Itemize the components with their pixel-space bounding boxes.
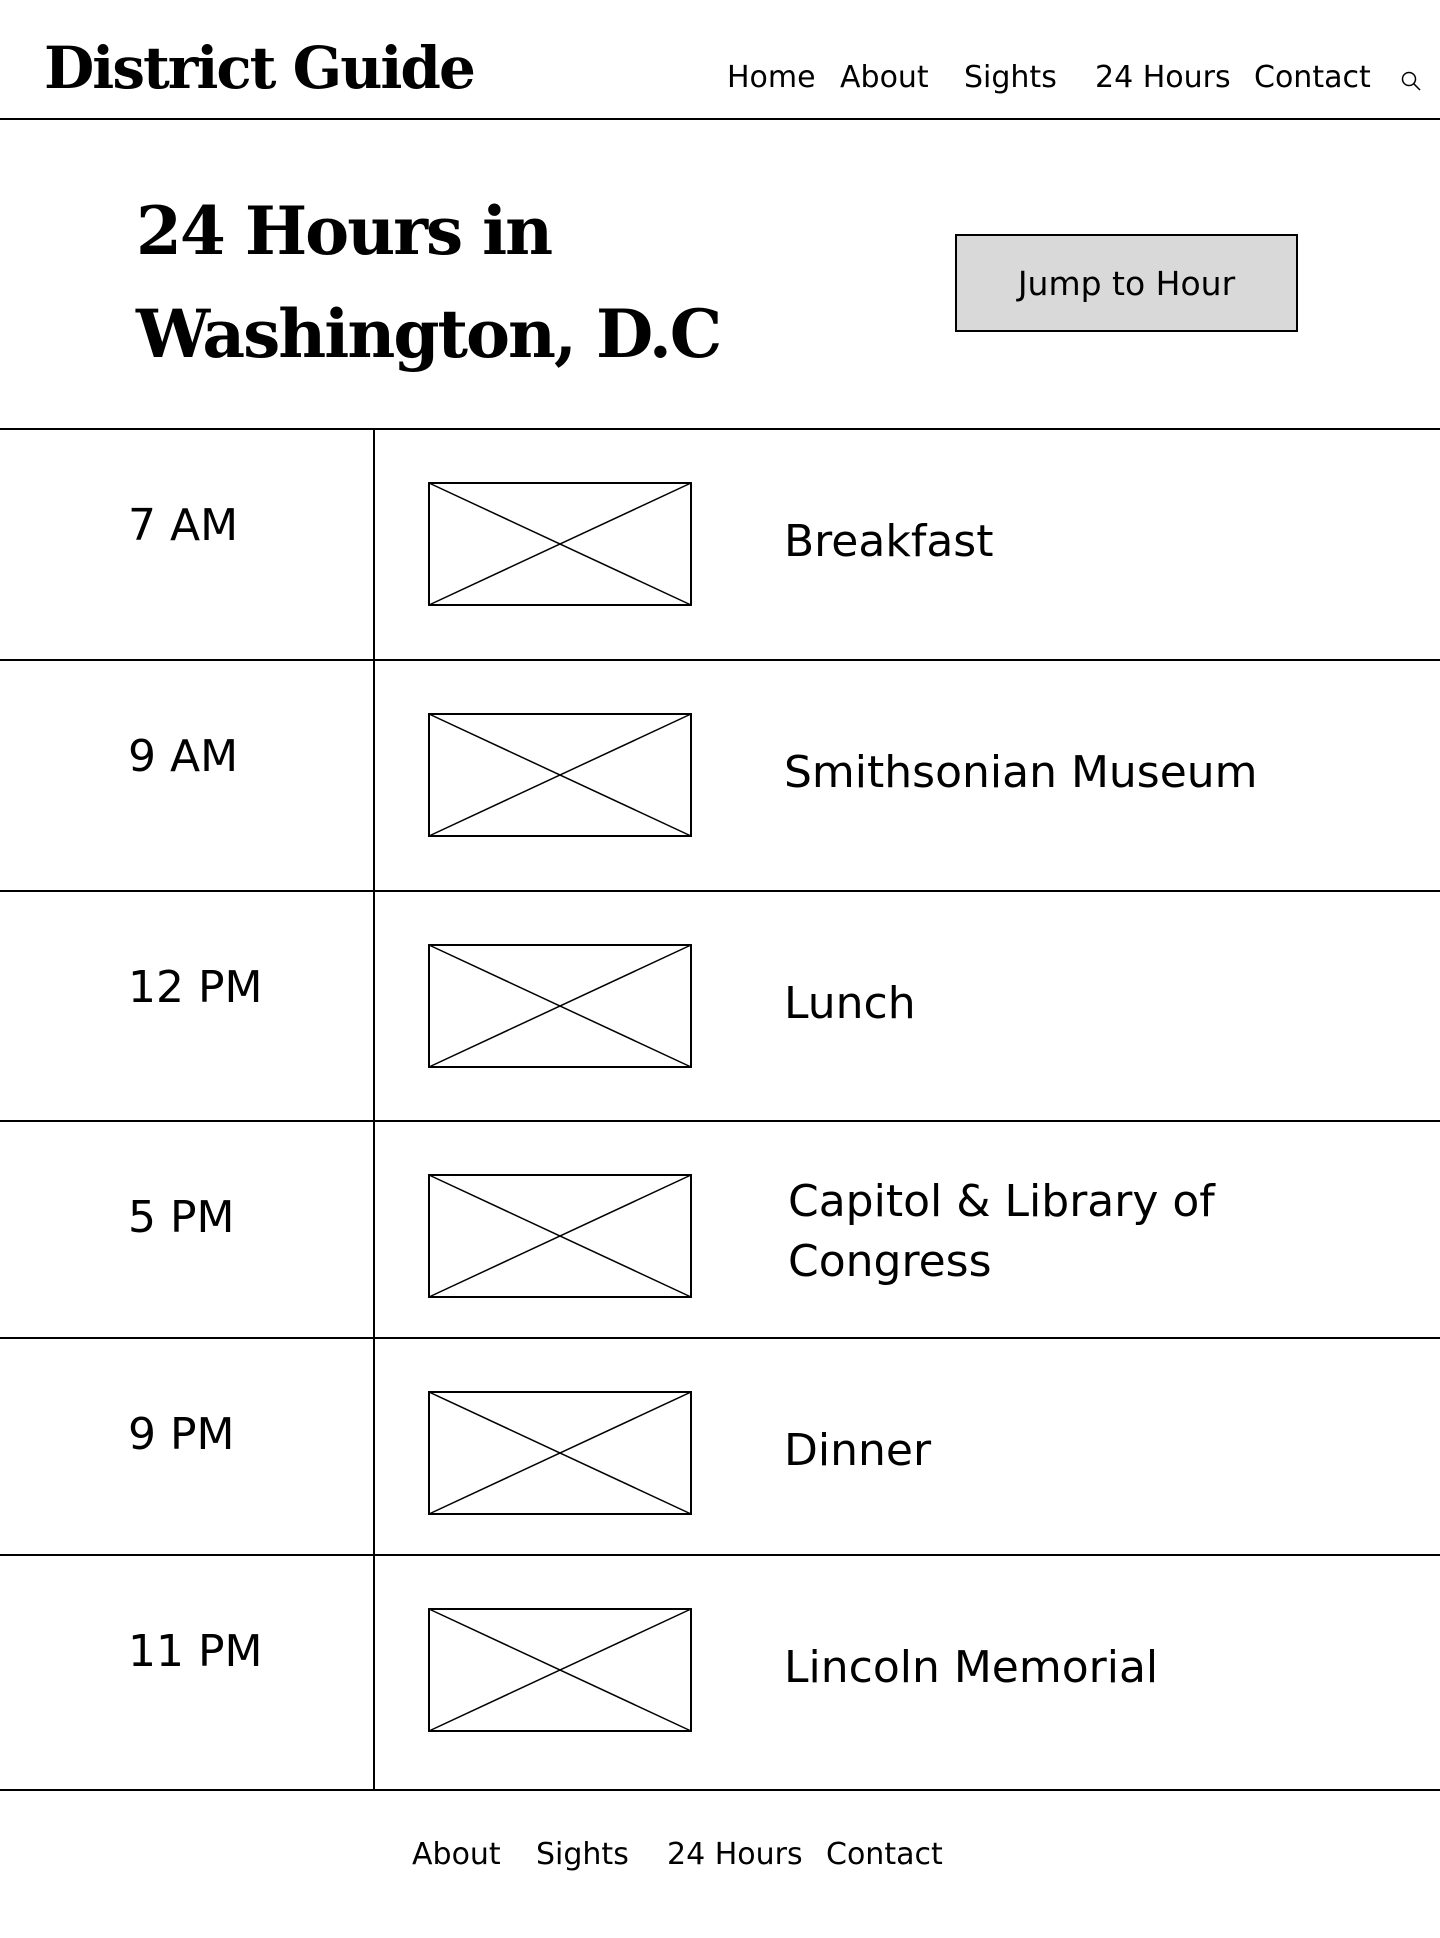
nav-sights[interactable]: Sights [964, 60, 1057, 96]
image-placeholder-icon [428, 1608, 692, 1732]
schedule-bottom-border [0, 1789, 1440, 1791]
column-divider [373, 430, 375, 660]
schedule-title[interactable]: Smithsonian Museum [784, 743, 1344, 803]
schedule-row: 5 PM Capitol & Library of Congress [0, 1120, 1440, 1338]
schedule-time: 9 AM [128, 731, 239, 782]
image-placeholder-icon [428, 713, 692, 837]
image-placeholder-icon [428, 1174, 692, 1298]
search-icon[interactable] [1400, 70, 1422, 92]
schedule-row: 11 PM Lincoln Memorial [0, 1554, 1440, 1790]
page-title-line-2: Washington, D.C [136, 295, 722, 373]
nav-24-hours[interactable]: 24 Hours [1095, 60, 1231, 96]
schedule-title[interactable]: Lincoln Memorial [784, 1638, 1344, 1698]
schedule-row: 12 PM Lunch [0, 890, 1440, 1121]
schedule-time: 12 PM [128, 962, 263, 1013]
image-placeholder-icon [428, 1391, 692, 1515]
column-divider [373, 1122, 375, 1338]
nav-contact[interactable]: Contact [1254, 60, 1371, 96]
page-title-line-1: 24 Hours in [136, 192, 553, 270]
footer-nav-contact[interactable]: Contact [826, 1837, 943, 1873]
column-divider [373, 1339, 375, 1555]
schedule-time: 7 AM [128, 500, 239, 551]
column-divider [373, 1556, 375, 1790]
footer-nav-24-hours[interactable]: 24 Hours [667, 1837, 803, 1873]
schedule-title[interactable]: Dinner [784, 1421, 1344, 1481]
image-placeholder-icon [428, 482, 692, 606]
schedule-time: 11 PM [128, 1626, 263, 1677]
schedule-title[interactable]: Breakfast [784, 512, 1344, 572]
schedule-row: 7 AM Breakfast [0, 428, 1440, 660]
site-brand[interactable]: District Guide [44, 34, 476, 104]
column-divider [373, 661, 375, 891]
schedule-row: 9 PM Dinner [0, 1337, 1440, 1555]
site-header: District Guide Home About Sights 24 Hour… [0, 0, 1440, 120]
schedule-row: 9 AM Smithsonian Museum [0, 659, 1440, 891]
schedule-time: 9 PM [128, 1409, 235, 1460]
page-title: 24 Hours in Washington, D.C [136, 180, 756, 386]
image-placeholder-icon [428, 944, 692, 1068]
column-divider [373, 892, 375, 1121]
schedule-title[interactable]: Lunch [784, 974, 1344, 1034]
schedule-title[interactable]: Capitol & Library of Congress [788, 1172, 1348, 1292]
footer-nav-about[interactable]: About [412, 1837, 501, 1873]
jump-to-hour-button[interactable]: Jump to Hour [955, 234, 1298, 332]
nav-home[interactable]: Home [727, 60, 816, 96]
nav-about[interactable]: About [840, 60, 929, 96]
footer-nav-sights[interactable]: Sights [536, 1837, 629, 1873]
schedule-time: 5 PM [128, 1192, 235, 1243]
